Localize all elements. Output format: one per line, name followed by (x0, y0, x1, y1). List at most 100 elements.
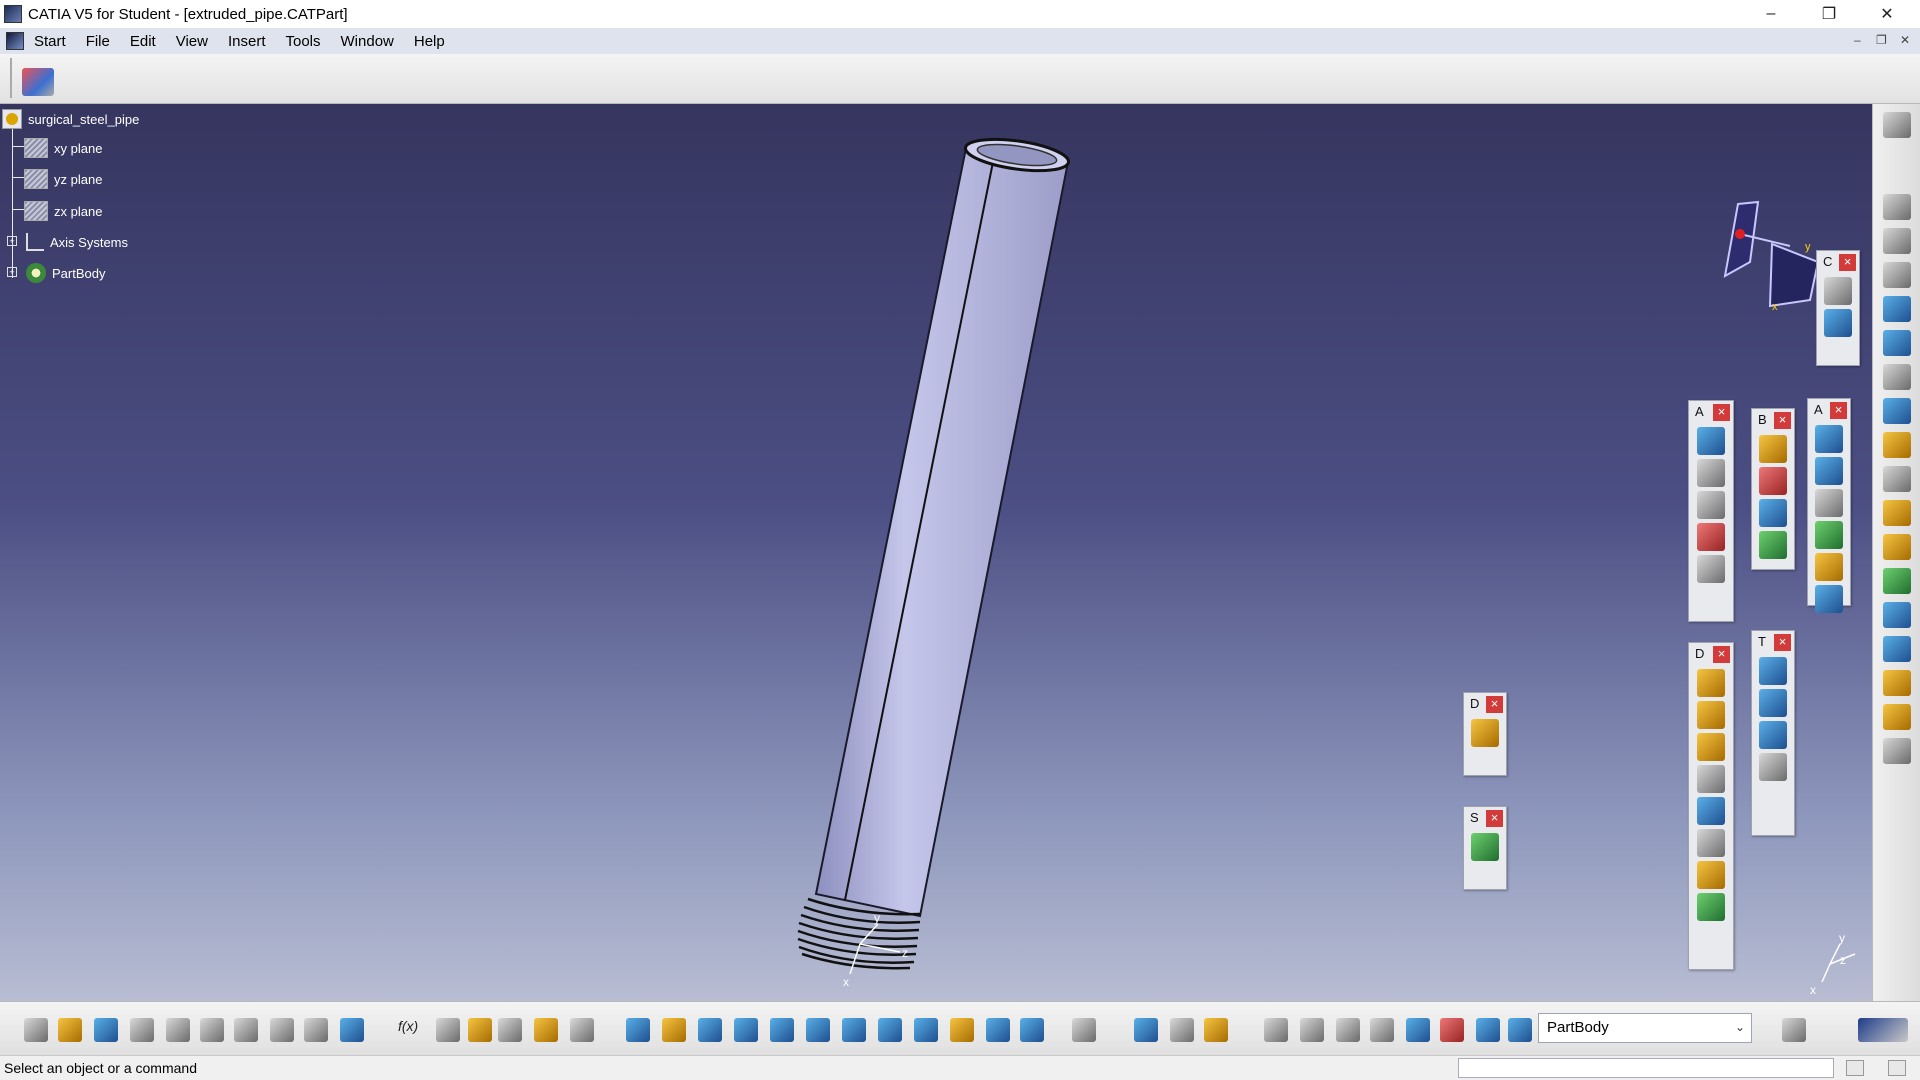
tree-item-partbody[interactable]: PartBody (26, 262, 105, 284)
menu-view[interactable]: View (166, 33, 218, 50)
sketch-tool-icon[interactable] (1824, 277, 1852, 305)
menu-edit[interactable]: Edit (120, 33, 166, 50)
floating-toolbar-s[interactable]: S × (1463, 806, 1507, 890)
apply-material-icon[interactable] (1815, 553, 1843, 581)
constraint-icon[interactable] (1440, 1018, 1464, 1042)
menu-tools[interactable]: Tools (275, 33, 330, 50)
tree-item-yz-plane[interactable]: yz plane (24, 168, 102, 190)
draft-feature-icon[interactable] (1471, 719, 1499, 747)
chamfer-icon[interactable] (1697, 701, 1725, 729)
isometric-view-icon[interactable] (914, 1018, 938, 1042)
whats-this-icon[interactable] (340, 1018, 364, 1042)
power-input-field[interactable] (1458, 1058, 1834, 1078)
shading-icon[interactable] (950, 1018, 974, 1042)
shell-icon[interactable] (1697, 765, 1725, 793)
surface-analysis-icon[interactable] (1815, 521, 1843, 549)
rectangular-pattern-icon[interactable] (1759, 721, 1787, 749)
pocket-icon[interactable] (1882, 262, 1911, 288)
swap-visible-space-icon[interactable] (1020, 1018, 1044, 1042)
tree-item-axis-systems[interactable]: Axis Systems (26, 231, 128, 253)
binary-units-icon[interactable] (1370, 1018, 1394, 1042)
pattern-icon[interactable] (1815, 585, 1843, 613)
rib-icon[interactable] (1882, 398, 1911, 424)
position-sketch-icon[interactable] (1824, 309, 1852, 337)
toolbar-close-button[interactable]: × (1774, 634, 1791, 651)
toolbar-close-button[interactable]: × (1486, 696, 1503, 713)
curvature-analysis-icon[interactable] (1815, 457, 1843, 485)
law-icon[interactable] (468, 1018, 492, 1042)
groove-icon[interactable] (1882, 330, 1911, 356)
thread-analysis-icon[interactable] (1815, 489, 1843, 517)
measure-icon[interactable] (1697, 555, 1725, 583)
removed-multi-sections-icon[interactable] (1882, 534, 1911, 560)
work-object-icon[interactable] (1508, 1018, 1532, 1042)
redo-icon[interactable] (304, 1018, 328, 1042)
tree-item-xy-plane[interactable]: xy plane (24, 137, 102, 159)
zoom-in-icon[interactable] (770, 1018, 794, 1042)
floating-toolbar-a-annotations[interactable]: A × (1688, 400, 1734, 622)
parameters-icon[interactable] (534, 1018, 558, 1042)
expand-axis-systems-icon[interactable]: + (7, 236, 17, 246)
floating-toolbar-a-analysis[interactable]: A × (1807, 398, 1851, 613)
cut-icon[interactable] (166, 1018, 190, 1042)
text-annotation-icon[interactable] (1697, 427, 1725, 455)
floating-toolbar-b[interactable]: B × (1751, 408, 1795, 570)
paste-icon[interactable] (234, 1018, 258, 1042)
compass-icon[interactable] (1723, 200, 1820, 308)
thickness-icon[interactable] (1697, 797, 1725, 825)
toolbar-close-button[interactable]: × (1839, 254, 1856, 271)
pipe-geometry[interactable]: x z y y x z x y (0, 104, 1872, 1001)
pan-icon[interactable] (698, 1018, 722, 1042)
doc-close-button[interactable]: ✕ (1900, 33, 1910, 47)
3d-annotation-icon[interactable] (1697, 491, 1725, 519)
rotate-icon[interactable] (734, 1018, 758, 1042)
toolbar-close-button[interactable]: × (1830, 402, 1847, 419)
slot-icon[interactable] (1882, 432, 1911, 458)
remove-face-icon[interactable] (1697, 861, 1725, 889)
capture-camera-icon[interactable] (1782, 1018, 1806, 1042)
toolbar-grip[interactable] (10, 58, 12, 98)
compass-tool-icon[interactable] (1170, 1018, 1194, 1042)
stiffener-icon[interactable] (1882, 466, 1911, 492)
multi-sections-solid-icon[interactable] (1882, 500, 1911, 526)
formula-icon[interactable]: f(x) (398, 1018, 428, 1042)
start-icon[interactable] (6, 32, 24, 50)
geometrical-set-icon[interactable] (1882, 738, 1911, 764)
new-file-icon[interactable] (24, 1018, 48, 1042)
point-icon[interactable] (1882, 602, 1911, 628)
snap-icon[interactable] (1134, 1018, 1158, 1042)
hole-icon[interactable] (1882, 364, 1911, 390)
solid-combine-icon[interactable] (1882, 568, 1911, 594)
close-button[interactable]: ✕ (1858, 0, 1916, 28)
zoom-out-icon[interactable] (806, 1018, 830, 1042)
floating-toolbar-c[interactable]: C × (1816, 250, 1860, 366)
menu-file[interactable]: File (76, 33, 120, 50)
menu-start[interactable]: Start (24, 33, 76, 50)
part-design-workbench-icon[interactable] (22, 68, 54, 96)
stack-icon[interactable] (1406, 1018, 1430, 1042)
pipe-body[interactable] (814, 146, 1070, 918)
settings-gear-icon[interactable] (1882, 112, 1911, 138)
boolean-union-trim-icon[interactable] (1759, 531, 1787, 559)
hand-icon[interactable] (1300, 1018, 1324, 1042)
restore-button[interactable]: ❐ (1800, 0, 1858, 28)
doc-minimize-button[interactable]: – (1854, 33, 1861, 47)
design-table-icon[interactable] (498, 1018, 522, 1042)
normal-view-icon[interactable] (842, 1018, 866, 1042)
status-options-icon[interactable] (1888, 1060, 1906, 1076)
measure-items-icon[interactable] (570, 1018, 594, 1042)
thread-icon[interactable] (1697, 829, 1725, 857)
menu-insert[interactable]: Insert (218, 33, 276, 50)
knowledge-advisor-icon[interactable] (436, 1018, 460, 1042)
shaft-icon[interactable] (1882, 296, 1911, 322)
update-all-icon[interactable] (1072, 1018, 1096, 1042)
floating-toolbar-d-dressup[interactable]: D × (1688, 642, 1734, 970)
sync-icon[interactable] (1264, 1018, 1288, 1042)
fly-mode-icon[interactable] (626, 1018, 650, 1042)
floating-toolbar-t[interactable]: T × (1751, 630, 1795, 836)
fillet-icon[interactable] (1697, 669, 1725, 697)
doc-restore-button[interactable]: ❐ (1876, 33, 1887, 47)
layers-icon[interactable] (1476, 1018, 1500, 1042)
fit-all-in-icon[interactable] (662, 1018, 686, 1042)
3d-viewport[interactable]: x z y y x z x y surgical_steel_pipe xy p… (0, 104, 1872, 1001)
